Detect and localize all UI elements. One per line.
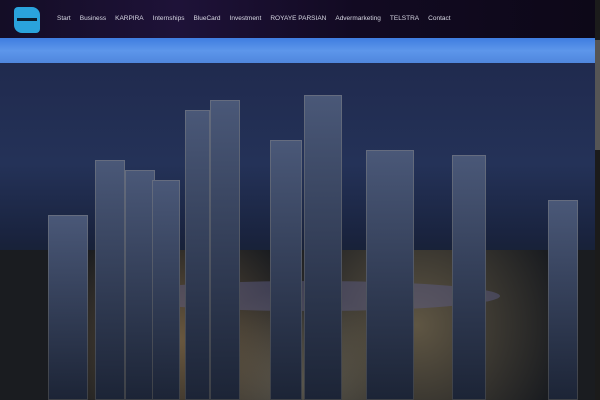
hero-image: [0, 63, 595, 400]
nav-internships[interactable]: Internships: [153, 15, 185, 22]
building: [95, 160, 125, 400]
building: [270, 140, 302, 400]
nav-business[interactable]: Business: [80, 15, 106, 22]
building: [304, 95, 342, 400]
building: [452, 155, 486, 400]
site-header: Start Business KARPIRA Internships BlueC…: [0, 0, 595, 38]
building: [152, 180, 180, 400]
building: [125, 170, 155, 400]
building: [185, 110, 210, 400]
nav-royaye-parsian[interactable]: ROYAYE PARSIAN: [270, 15, 326, 22]
nav-investment[interactable]: Investment: [230, 15, 262, 22]
nav-advermarketing[interactable]: Advermarketing: [335, 15, 381, 22]
building: [48, 215, 88, 400]
nav-bluecard[interactable]: BlueCard: [193, 15, 220, 22]
nav-contact[interactable]: Contact: [428, 15, 450, 22]
nav-karpira[interactable]: KARPIRA: [115, 15, 144, 22]
main-nav: Start Business KARPIRA Internships BlueC…: [57, 15, 451, 22]
building: [210, 100, 240, 400]
building: [548, 200, 578, 400]
building: [366, 150, 414, 400]
nav-telstra[interactable]: TELSTRA: [390, 15, 419, 22]
logo[interactable]: [14, 7, 40, 33]
nav-start[interactable]: Start: [57, 15, 71, 22]
sky-banner: [0, 38, 595, 63]
scrollbar[interactable]: [595, 0, 600, 400]
scrollbar-thumb[interactable]: [595, 40, 600, 150]
